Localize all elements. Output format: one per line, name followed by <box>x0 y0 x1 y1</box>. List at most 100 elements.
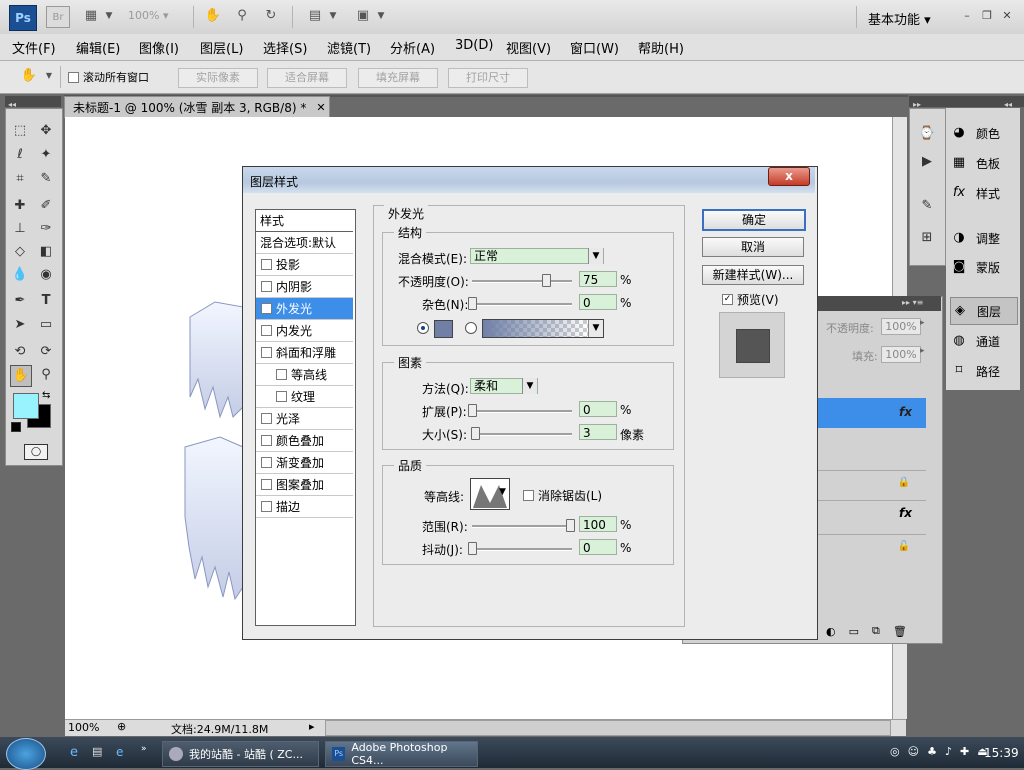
zoom-tool-icon[interactable]: ⚲ <box>233 8 251 24</box>
fill-screen-button[interactable]: 填充屏幕 <box>358 68 438 88</box>
hand-tool-icon[interactable]: ✋ <box>204 8 222 24</box>
eyedropper-icon[interactable]: ✎ <box>36 169 56 189</box>
pen-tool-icon[interactable]: ✒ <box>10 291 30 311</box>
quick-mask-icon[interactable]: ◯ <box>24 444 48 460</box>
volume-icon[interactable]: ♪ <box>945 745 952 758</box>
size-slider[interactable] <box>472 433 572 436</box>
size-slider-thumb[interactable] <box>471 427 480 440</box>
layer-row[interactable]: 🔒 <box>816 470 926 497</box>
antialias-checkbox[interactable]: 消除锯齿(L) <box>523 487 602 504</box>
layer-fill-input[interactable]: 100% <box>881 346 921 363</box>
style-list-item[interactable]: 样式 <box>256 210 353 232</box>
fit-screen-button[interactable]: 适合屏幕 <box>267 68 347 88</box>
minimize-button[interactable]: – <box>960 9 974 23</box>
layer-row-selected[interactable]: fx <box>816 398 926 428</box>
gradient-radio[interactable] <box>465 322 477 334</box>
print-size-button[interactable]: 打印尺寸 <box>448 68 528 88</box>
foreground-color-swatch[interactable] <box>13 393 39 419</box>
jitter-slider[interactable] <box>472 548 572 551</box>
close-button[interactable]: ✕ <box>1000 9 1014 23</box>
layer-row[interactable]: 🔓 <box>816 534 926 561</box>
bridge-button[interactable]: Br <box>46 6 70 28</box>
new-style-button[interactable]: 新建样式(W)... <box>702 265 804 285</box>
path-select-icon[interactable]: ➤ <box>10 315 30 335</box>
style-list-item[interactable]: 纹理 <box>256 386 353 408</box>
dock-channels[interactable]: ◍ 通道 <box>950 328 1016 354</box>
eraser-icon[interactable]: ◇ <box>10 242 30 262</box>
jitter-slider-thumb[interactable] <box>468 542 477 555</box>
opacity-slider-thumb[interactable] <box>542 274 551 287</box>
brush-tool-icon[interactable]: ✐ <box>36 196 56 216</box>
status-arrow-icon[interactable]: ▸ <box>309 720 315 733</box>
dock-layers[interactable]: ◈ 图层 <box>950 297 1018 325</box>
clone-source-icon[interactable]: ⊞ <box>917 228 937 248</box>
dock-paths[interactable]: ⌑ 路径 <box>950 358 1016 384</box>
status-zoom[interactable]: 100% <box>68 721 99 734</box>
gradient-tool-icon[interactable]: ◧ <box>36 242 56 262</box>
opacity-slider[interactable] <box>472 280 572 283</box>
magic-wand-icon[interactable]: ✦ <box>36 145 56 165</box>
close-tab-icon[interactable]: ✕ <box>316 101 325 114</box>
chevron-down-icon[interactable]: ▼ <box>499 487 506 497</box>
restore-button[interactable]: ❐ <box>980 9 994 23</box>
scroll-all-windows-checkbox[interactable]: 滚动所有窗口 <box>68 69 149 85</box>
checkbox[interactable]: ✓ <box>261 303 272 314</box>
im-icon[interactable]: ☺ <box>908 745 919 758</box>
screen-mode-icon[interactable]: ▣ <box>354 8 372 24</box>
spread-input[interactable]: 0 <box>579 401 617 417</box>
history-brush-icon[interactable]: ✑ <box>36 219 56 239</box>
noise-input[interactable]: 0 <box>579 294 617 310</box>
chevron-down-icon[interactable]: ▼ <box>372 8 390 24</box>
range-input[interactable]: 100 <box>579 516 617 532</box>
style-list-item[interactable]: 图案叠加 <box>256 474 353 496</box>
healing-brush-icon[interactable]: ✚ <box>10 196 30 216</box>
crop-tool-icon[interactable]: ⌗ <box>10 169 30 189</box>
dock-swatches[interactable]: ▦ 色板 <box>950 150 1016 176</box>
ie-quicklaunch-icon[interactable]: e <box>116 745 123 759</box>
chevron-down-icon[interactable]: ▼ <box>522 378 537 394</box>
hand-tool-preset-icon[interactable]: ✋ <box>20 68 38 84</box>
desktop-quicklaunch-icon[interactable]: ▤ <box>92 745 102 758</box>
checkbox[interactable] <box>276 391 287 402</box>
chevron-down-icon[interactable]: ▼ <box>100 8 118 24</box>
checkbox[interactable] <box>261 479 272 490</box>
menu-layer[interactable]: 图层(L) <box>200 38 243 57</box>
actual-pixels-button[interactable]: 实际像素 <box>178 68 258 88</box>
taskbar-item-photoshop[interactable]: Ps Adobe Photoshop CS4... <box>325 741 478 767</box>
document-tab[interactable]: 未标题-1 @ 100% (冰雪 副本 3, RGB/8) * ✕ <box>64 96 330 118</box>
style-list-item[interactable]: 混合选项:默认 <box>256 232 353 254</box>
new-layer-icon[interactable]: ⧉ <box>872 624 880 638</box>
menu-file[interactable]: 文件(F) <box>12 38 56 57</box>
chevron-down-icon[interactable]: ▼ <box>324 8 342 24</box>
zoom-field[interactable]: 100% ▾ <box>128 9 180 23</box>
cancel-button[interactable]: 取消 <box>702 237 804 257</box>
blur-tool-icon[interactable]: 💧 <box>10 265 30 285</box>
opacity-input[interactable]: 75 <box>579 271 617 287</box>
style-list-item[interactable]: 颜色叠加 <box>256 430 353 452</box>
checkbox[interactable] <box>261 501 272 512</box>
checkbox[interactable]: ✓ <box>722 294 733 305</box>
hand-tool-icon[interactable]: ✋ <box>10 365 32 387</box>
dock-adjustments[interactable]: ◑ 调整 <box>950 225 1016 251</box>
arrange-documents-icon[interactable]: ▤ <box>306 8 324 24</box>
menu-view[interactable]: 视图(V) <box>506 38 551 57</box>
style-list-item[interactable]: 斜面和浮雕 <box>256 342 353 364</box>
style-list-item[interactable]: 渐变叠加 <box>256 452 353 474</box>
chevron-down-icon[interactable]: ▼ <box>588 248 603 264</box>
qq-icon[interactable]: ♣ <box>927 745 937 758</box>
checkbox[interactable] <box>261 435 272 446</box>
spread-slider[interactable] <box>472 410 572 413</box>
method-select[interactable]: 柔和 ▼ <box>470 378 538 394</box>
taskbar-item-browser[interactable]: 我的站酷 - 站酷 ( ZC... <box>162 741 319 767</box>
chevron-down-icon[interactable]: ▼ <box>40 68 58 84</box>
adjustment-layer-icon[interactable]: ◐ <box>826 625 836 638</box>
dock-collapse-bar[interactable]: ▸▸ <box>909 96 946 109</box>
style-list-item[interactable]: 描边 <box>256 496 353 518</box>
ie-quicklaunch-icon[interactable]: e <box>70 745 78 760</box>
move-tool-icon[interactable]: ✥ <box>36 121 56 141</box>
start-button[interactable] <box>6 738 46 770</box>
delete-layer-icon[interactable]: 🗑 <box>893 625 907 638</box>
chevron-right-icon[interactable]: ▸ <box>920 318 925 328</box>
marquee-tool-icon[interactable]: ⬚ <box>10 121 30 141</box>
checkbox[interactable] <box>261 259 272 270</box>
